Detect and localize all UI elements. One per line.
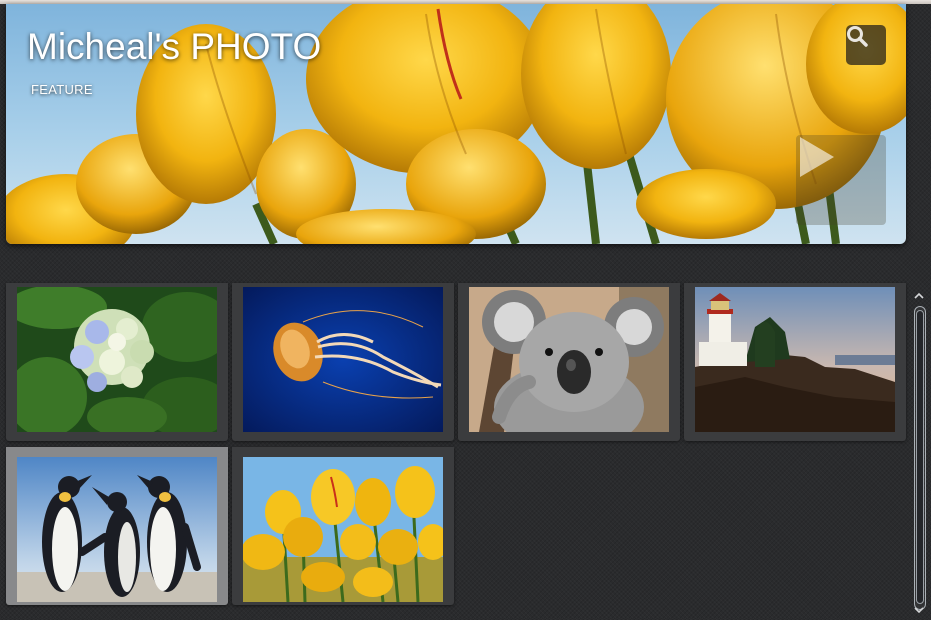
photo-tile-lighthouse[interactable]: [684, 283, 906, 441]
photo-tile-penguins[interactable]: [6, 447, 228, 605]
photo-thumbnail: [243, 457, 443, 602]
scroll-up-button[interactable]: [913, 290, 925, 302]
photo-tile-hydrangea[interactable]: [6, 283, 228, 441]
vertical-scrollbar[interactable]: [911, 290, 927, 618]
photo-tile-koala[interactable]: [458, 283, 680, 441]
page-title: Micheal's PHOTO: [27, 26, 322, 67]
search-button[interactable]: [846, 25, 886, 65]
photo-tile-jellyfish[interactable]: [232, 283, 454, 441]
chevron-down-icon: [914, 607, 924, 614]
photo-tile-tulips[interactable]: [232, 447, 454, 605]
photo-thumbnail: [17, 287, 217, 432]
photo-thumbnail: [469, 287, 669, 432]
photo-thumbnail: [243, 287, 443, 432]
chevron-up-icon: [914, 292, 924, 299]
feature-banner[interactable]: Micheal's PHOTO FEATURE: [6, 4, 906, 244]
scroll-down-button[interactable]: [913, 604, 925, 616]
play-button[interactable]: [796, 135, 886, 225]
photo-thumbnail: [17, 457, 217, 602]
photo-grid: [6, 283, 906, 618]
feature-label: FEATURE: [31, 82, 93, 97]
play-icon: [800, 137, 834, 177]
search-icon: [847, 26, 868, 47]
photo-thumbnail: [695, 287, 895, 432]
scroll-thumb[interactable]: [916, 310, 924, 604]
